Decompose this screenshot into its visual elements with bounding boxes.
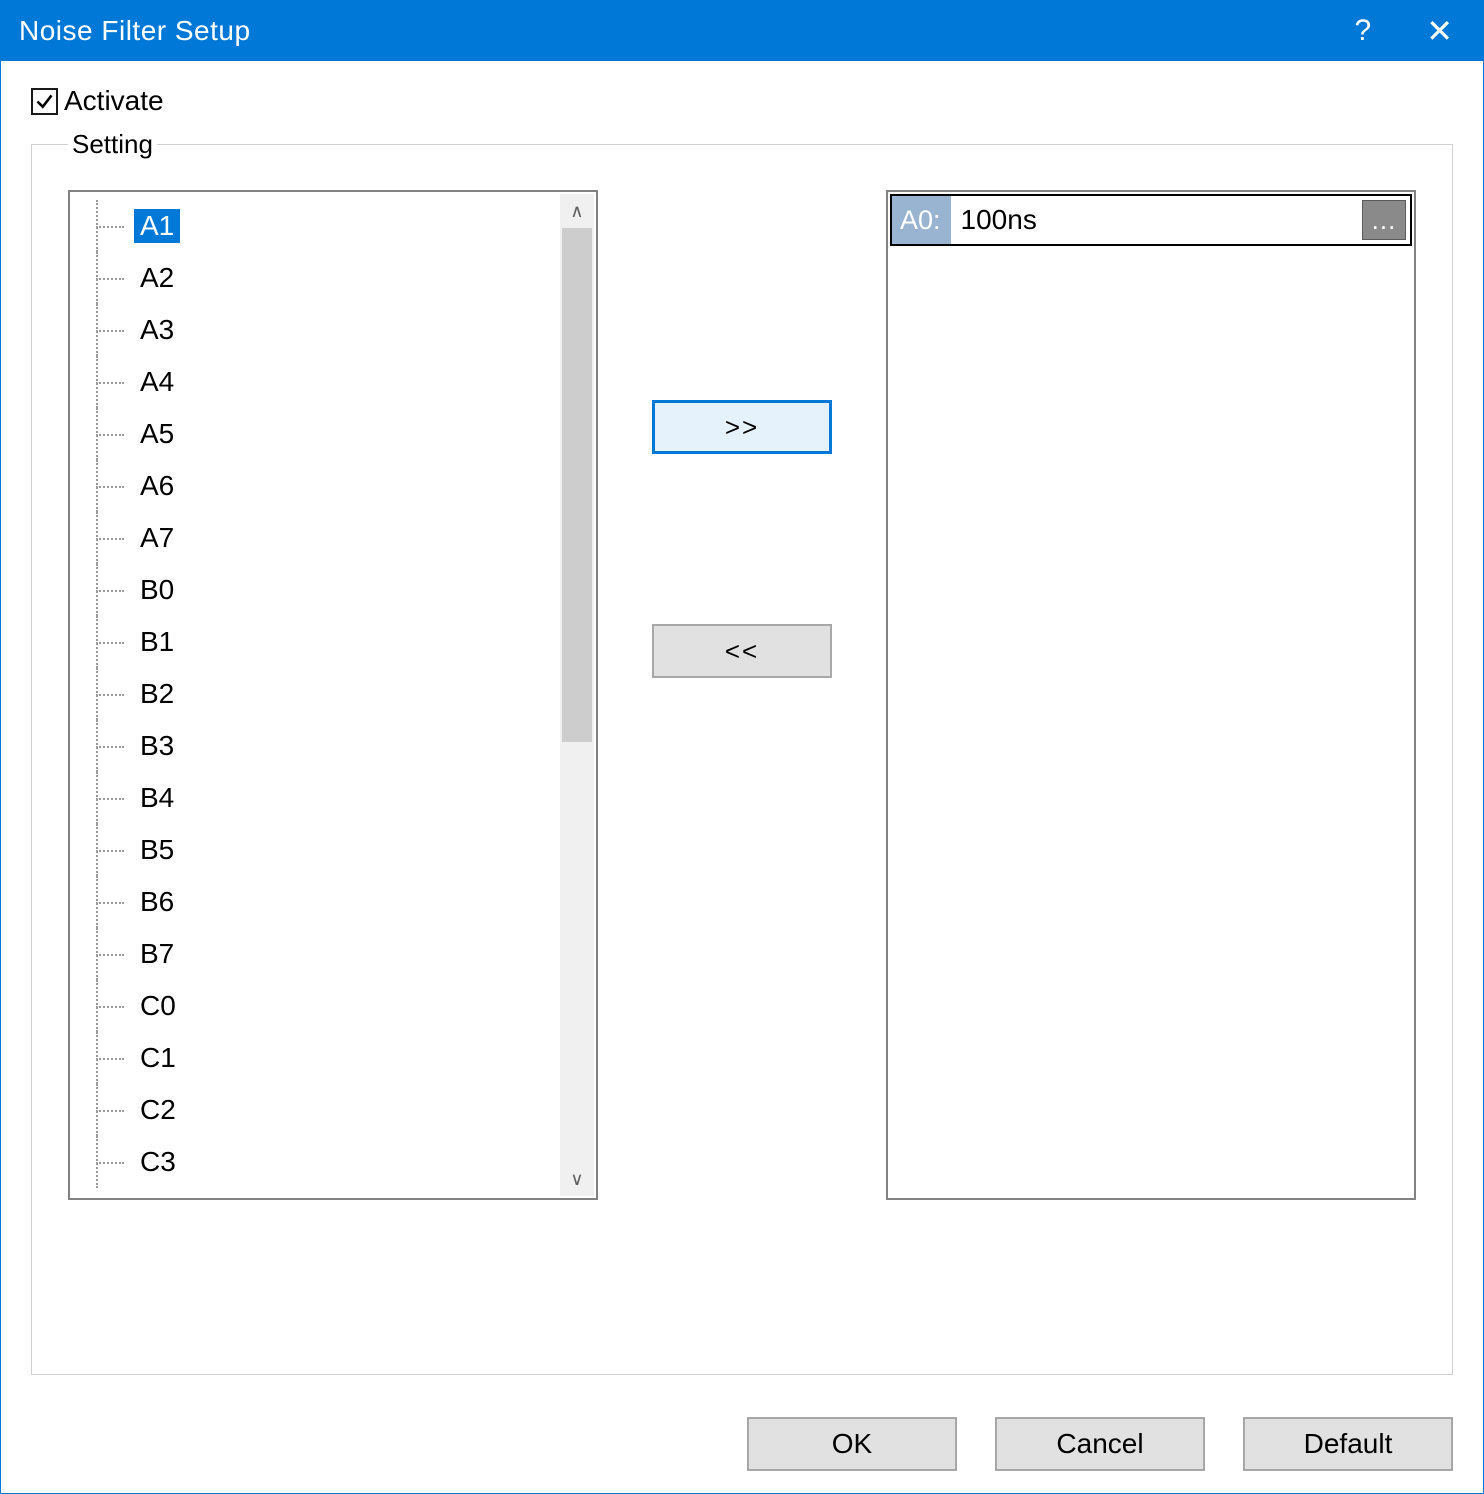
- browse-button[interactable]: ...: [1362, 200, 1406, 240]
- list-item[interactable]: B3: [90, 720, 548, 772]
- setting-columns: A1 A2 A3 A4 A5 A6 A7 B0 B1 B2 B3 B4 B5 B6 B7 C0 C1 C2 C3 ∧…: [68, 190, 1416, 1314]
- configured-channels-inner: A0:...: [890, 194, 1412, 246]
- list-item-label: B6: [134, 885, 180, 919]
- list-item-label: B1: [134, 625, 180, 659]
- list-item-label: A1: [134, 209, 180, 243]
- configured-channels-list[interactable]: A0:...: [886, 190, 1416, 1200]
- dialog-footer: OK Cancel Default: [1, 1393, 1483, 1493]
- window-title: Noise Filter Setup: [19, 15, 1355, 47]
- available-channels-list[interactable]: A1 A2 A3 A4 A5 A6 A7 B0 B1 B2 B3 B4 B5 B6 B7 C0 C1 C2 C3 ∧…: [68, 190, 598, 1200]
- check-icon: [34, 91, 55, 112]
- tree-connector-icon: [90, 356, 134, 408]
- available-scrollbar[interactable]: ∧ ∨: [560, 194, 594, 1196]
- list-item-label: A4: [134, 365, 180, 399]
- list-item[interactable]: B2: [90, 668, 548, 720]
- list-item-label: B2: [134, 677, 180, 711]
- tree-connector-icon: [90, 460, 134, 512]
- tree-connector-icon: [90, 980, 134, 1032]
- list-item[interactable]: C3: [90, 1136, 548, 1188]
- list-item[interactable]: A5: [90, 408, 548, 460]
- tree-connector-icon: [90, 512, 134, 564]
- ok-button[interactable]: OK: [747, 1417, 957, 1471]
- list-item-label: A7: [134, 521, 180, 555]
- tree-connector-icon: [90, 668, 134, 720]
- tree-connector-icon: [90, 564, 134, 616]
- list-item[interactable]: B0: [90, 564, 548, 616]
- activate-label: Activate: [64, 85, 164, 117]
- list-item[interactable]: A2: [90, 252, 548, 304]
- help-button[interactable]: ?: [1355, 16, 1372, 46]
- titlebar: Noise Filter Setup ? ✕: [1, 1, 1483, 61]
- tree-connector-icon: [90, 824, 134, 876]
- scroll-track[interactable]: [560, 228, 594, 1162]
- configured-row-label: A0:: [892, 196, 951, 244]
- list-item-label: B5: [134, 833, 180, 867]
- tree-connector-icon: [90, 772, 134, 824]
- list-item[interactable]: A7: [90, 512, 548, 564]
- transfer-buttons-column: >> <<: [642, 190, 842, 678]
- remove-button[interactable]: <<: [652, 624, 832, 678]
- close-button[interactable]: ✕: [1426, 15, 1453, 47]
- list-item[interactable]: A1: [90, 200, 548, 252]
- tree-connector-icon: [90, 616, 134, 668]
- setting-group: Setting A1 A2 A3 A4 A5 A6 A7 B0 B1 B2 B3 B4 B5 B6 B7 C0…: [31, 129, 1453, 1375]
- setting-legend: Setting: [68, 129, 157, 160]
- list-item-label: B3: [134, 729, 180, 763]
- tree-connector-icon: [90, 928, 134, 980]
- list-item[interactable]: A4: [90, 356, 548, 408]
- list-item-label: C0: [134, 989, 182, 1023]
- scroll-up-button[interactable]: ∧: [560, 194, 594, 228]
- list-item[interactable]: C1: [90, 1032, 548, 1084]
- activate-row: Activate: [31, 85, 1453, 117]
- list-item-label: B4: [134, 781, 180, 815]
- list-item[interactable]: A3: [90, 304, 548, 356]
- tree-connector-icon: [90, 876, 134, 928]
- tree-connector-icon: [90, 1084, 134, 1136]
- list-item[interactable]: C0: [90, 980, 548, 1032]
- tree-connector-icon: [90, 252, 134, 304]
- client-area: Activate Setting A1 A2 A3 A4 A5 A6 A7 B0 B1 B2 B3 B…: [1, 61, 1483, 1393]
- list-item-label: A6: [134, 469, 180, 503]
- dialog-window: Noise Filter Setup ? ✕ Activate Setting …: [0, 0, 1484, 1494]
- tree-connector-icon: [90, 408, 134, 460]
- list-item-label: C1: [134, 1041, 182, 1075]
- list-item[interactable]: B5: [90, 824, 548, 876]
- list-item-label: B7: [134, 937, 180, 971]
- list-item[interactable]: C2: [90, 1084, 548, 1136]
- add-button[interactable]: >>: [652, 400, 832, 454]
- configured-row: A0:...: [890, 194, 1412, 246]
- list-item[interactable]: A6: [90, 460, 548, 512]
- list-item[interactable]: B1: [90, 616, 548, 668]
- cancel-button[interactable]: Cancel: [995, 1417, 1205, 1471]
- filter-value-field[interactable]: [951, 196, 1358, 244]
- default-button[interactable]: Default: [1243, 1417, 1453, 1471]
- list-item[interactable]: B4: [90, 772, 548, 824]
- tree-connector-icon: [90, 1136, 134, 1188]
- tree-connector-icon: [90, 720, 134, 772]
- tree-connector-icon: [90, 200, 134, 252]
- list-item-label: B0: [134, 573, 180, 607]
- available-channels-inner: A1 A2 A3 A4 A5 A6 A7 B0 B1 B2 B3 B4 B5 B6 B7 C0 C1 C2 C3: [72, 194, 560, 1196]
- list-item-label: A3: [134, 313, 180, 347]
- activate-checkbox[interactable]: [31, 88, 58, 115]
- list-item-label: C3: [134, 1145, 182, 1179]
- titlebar-buttons: ? ✕: [1355, 15, 1472, 47]
- tree-connector-icon: [90, 1032, 134, 1084]
- list-item[interactable]: B6: [90, 876, 548, 928]
- list-item-label: C2: [134, 1093, 182, 1127]
- list-item-label: A5: [134, 417, 180, 451]
- list-item[interactable]: B7: [90, 928, 548, 980]
- scroll-down-button[interactable]: ∨: [560, 1162, 594, 1196]
- scroll-thumb[interactable]: [562, 228, 592, 742]
- tree-connector-icon: [90, 304, 134, 356]
- list-item-label: A2: [134, 261, 180, 295]
